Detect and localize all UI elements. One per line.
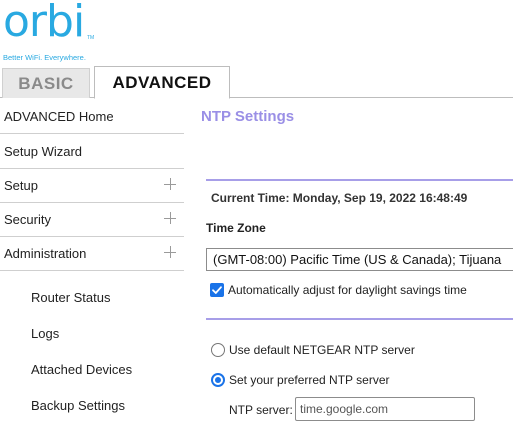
sidebar-item-label: Setup Wizard [4,144,83,159]
current-time: Current Time: Monday, Sep 19, 2022 16:48… [211,191,468,205]
tab-advanced[interactable]: ADVANCED [94,66,230,99]
logo-trademark: TM [87,35,95,41]
ntp-server-input[interactable] [295,397,475,421]
section-divider [206,318,513,320]
dst-label: Automatically adjust for daylight saving… [228,283,467,297]
default-ntp-label: Use default NETGEAR NTP server [229,343,415,357]
sidebar-subitem-backup-settings[interactable]: Backup Settings [31,398,125,413]
sidebar-subitem-logs[interactable]: Logs [31,326,59,341]
page-title: NTP Settings [201,108,295,125]
orbi-logo: orbi TM Better WiFi. Everywhere. [3,0,123,62]
dst-checkbox[interactable] [210,283,224,297]
sidebar-item-label: ADVANCED Home [4,109,114,124]
time-zone-selected-value: (GMT-08:00) Pacific Time (US & Canada); … [213,252,502,267]
sidebar-subitem-router-status[interactable]: Router Status [31,290,111,305]
time-zone-select[interactable]: (GMT-08:00) Pacific Time (US & Canada); … [206,248,513,271]
plus-icon[interactable] [164,178,176,190]
top-tabs: BASIC ADVANCED [0,66,513,99]
checkmark-icon [212,286,222,294]
sidebar-item-label: Administration [4,246,87,261]
preferred-ntp-radio[interactable] [211,373,225,387]
plus-icon[interactable] [164,212,176,224]
logo-wordmark: orbi [3,0,85,47]
plus-icon[interactable] [164,246,176,258]
preferred-ntp-label: Set your preferred NTP server [229,373,390,387]
sidebar-item-label: Security [4,212,51,227]
sidebar-item-security[interactable]: Security [0,203,184,237]
default-ntp-radio[interactable] [211,343,225,357]
sidebar-item-setup[interactable]: Setup [0,169,184,203]
sidebar-subitem-attached-devices[interactable]: Attached Devices [31,362,132,377]
sidebar-item-advanced-home[interactable]: ADVANCED Home [0,100,184,134]
tab-basic[interactable]: BASIC [2,68,90,98]
section-divider [206,179,513,181]
time-zone-label: Time Zone [206,221,266,235]
sidebar-item-administration[interactable]: Administration [0,237,184,271]
sidebar-item-label: Setup [4,178,38,193]
ntp-server-label: NTP server: [229,403,293,417]
sidebar: ADVANCED Home Setup Wizard Setup Securit… [0,100,184,427]
sidebar-item-setup-wizard[interactable]: Setup Wizard [0,135,184,169]
logo-tagline: Better WiFi. Everywhere. [3,53,86,62]
